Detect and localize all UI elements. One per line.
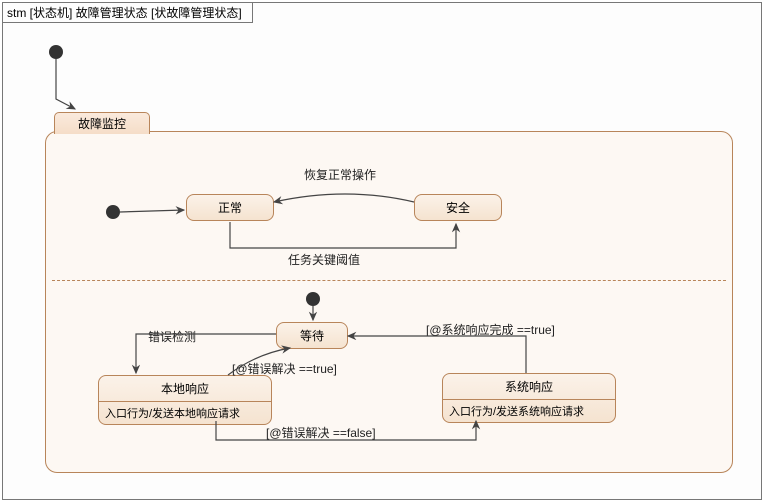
transition-label-resolved-true: [@错误解决 ==true] xyxy=(232,360,337,377)
state-local-title: 本地响应 xyxy=(99,376,271,401)
transition-label-threshold: 任务关键阈值 xyxy=(288,251,360,268)
state-local: 本地响应 入口行为/发送本地响应请求 xyxy=(98,375,272,425)
state-wait-title: 等待 xyxy=(277,323,347,348)
transition-label-resolved-false: [@错误解决 ==false] xyxy=(266,424,376,441)
state-system-entry: 入口行为/发送系统响应请求 xyxy=(443,400,615,422)
state-wait: 等待 xyxy=(276,322,348,349)
state-normal-title: 正常 xyxy=(187,195,273,220)
state-normal: 正常 xyxy=(186,194,274,221)
composite-state-tab: 故障监控 xyxy=(54,112,150,134)
initial-pseudostate-outer xyxy=(49,45,63,59)
frame-title: stm [状态机] 故障管理状态 [状故障管理状态] xyxy=(3,3,253,23)
state-safe-title: 安全 xyxy=(415,195,501,220)
state-local-entry: 入口行为/发送本地响应请求 xyxy=(99,402,271,424)
state-safe: 安全 xyxy=(414,194,502,221)
transition-label-sys-done: [@系统响应完成 ==true] xyxy=(426,321,555,338)
region-separator xyxy=(52,280,726,281)
transition-label-resume: 恢复正常操作 xyxy=(304,166,376,183)
transition-label-detect: 错误检测 xyxy=(148,328,196,345)
diagram-frame: stm [状态机] 故障管理状态 [状故障管理状态] 故障监控 正常 安全 恢复… xyxy=(2,2,762,500)
composite-state: 故障监控 正常 安全 恢复正常操作 任务关键阈值 等待 本地响应 入口行为/发送… xyxy=(45,131,733,473)
initial-pseudostate-region2 xyxy=(306,292,320,306)
state-system: 系统响应 入口行为/发送系统响应请求 xyxy=(442,373,616,423)
initial-pseudostate-region1 xyxy=(106,205,120,219)
state-system-title: 系统响应 xyxy=(443,374,615,399)
